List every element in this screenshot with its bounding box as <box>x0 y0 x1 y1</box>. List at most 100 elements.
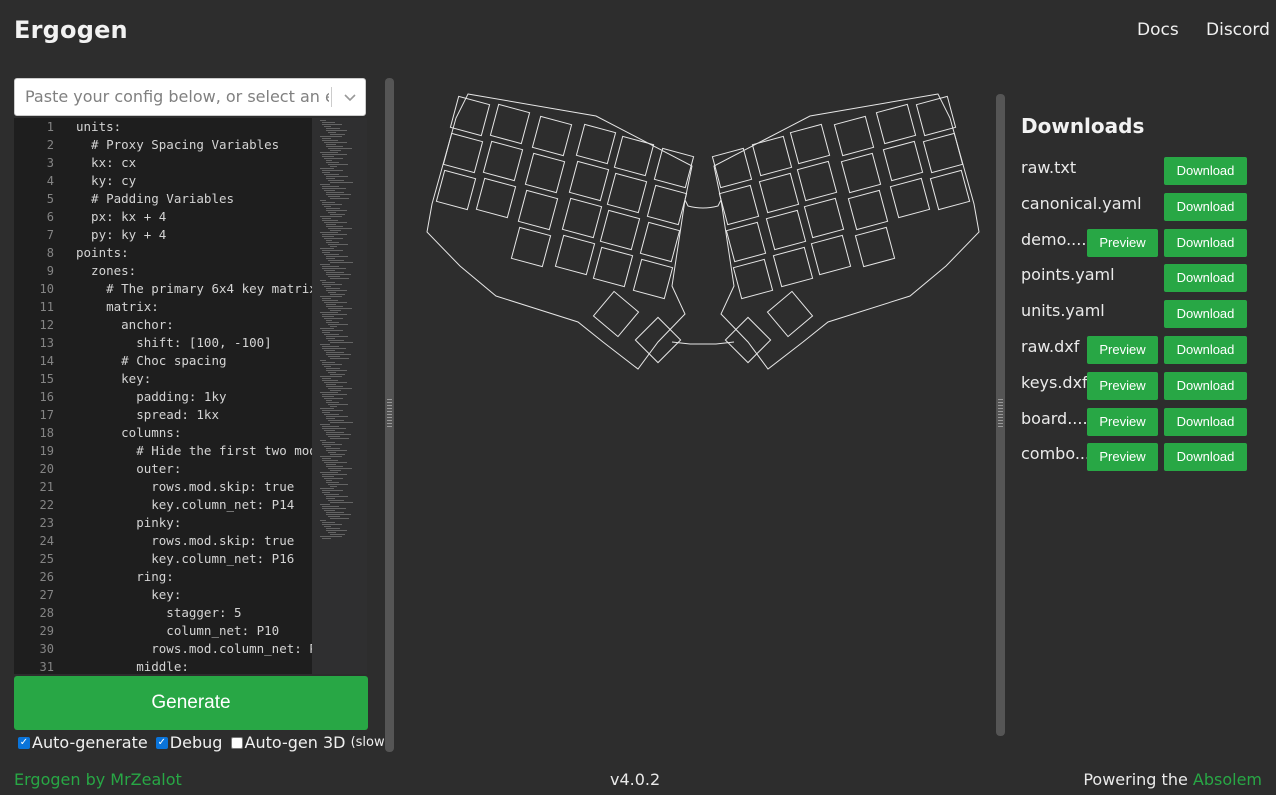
minimap-line <box>320 360 326 362</box>
minimap-line <box>324 206 331 208</box>
download-button[interactable]: Download <box>1164 300 1247 329</box>
debug-checkbox[interactable] <box>155 736 168 749</box>
key-outline <box>751 135 793 177</box>
preview-button[interactable]: Preview <box>1087 443 1158 472</box>
minimap-line <box>322 346 339 348</box>
minimap-viewport-slider[interactable] <box>312 118 367 674</box>
minimap-line <box>330 198 349 200</box>
code-line[interactable]: py: ky + 4 <box>76 226 312 244</box>
code-line[interactable]: padding: 1ky <box>76 388 312 406</box>
minimap-line <box>330 342 353 344</box>
code-line[interactable]: # Choc spacing <box>76 352 312 370</box>
minimap-line <box>326 448 340 450</box>
minimap-line <box>324 462 347 464</box>
line-number: 1 <box>46 120 54 134</box>
code-line[interactable]: rows.mod.skip: true <box>76 532 312 550</box>
key-outline <box>632 258 674 300</box>
code-line[interactable]: outer: <box>76 460 312 478</box>
preview-button[interactable]: Preview <box>1087 407 1158 436</box>
nav-discord-link[interactable]: Discord <box>1206 20 1270 40</box>
code-line[interactable]: ky: cy <box>76 172 312 190</box>
minimap-line <box>326 290 347 292</box>
minimap-line <box>320 472 338 474</box>
auto-generate-label[interactable]: Auto-generate <box>32 733 148 752</box>
preview-button[interactable]: Preview <box>1087 336 1158 364</box>
preview-button[interactable]: Preview <box>1087 371 1158 400</box>
download-button[interactable]: Download <box>1164 157 1247 185</box>
auto-gen-3d-label[interactable]: Auto-gen 3D <box>245 733 346 752</box>
code-line[interactable]: key.column_net: P14 <box>76 496 312 514</box>
minimap-line <box>326 256 348 258</box>
code-line[interactable]: columns: <box>76 424 312 442</box>
editor-minimap[interactable] <box>312 118 367 674</box>
code-line[interactable]: kx: cx <box>76 154 312 172</box>
code-line[interactable]: points: <box>76 244 312 262</box>
code-line[interactable]: anchor: <box>76 316 312 334</box>
generate-button[interactable]: Generate <box>14 676 368 730</box>
minimap-line <box>326 354 351 356</box>
minimap-line <box>322 234 347 236</box>
right-half-outline <box>713 93 980 370</box>
line-number: 19 <box>39 444 54 458</box>
minimap-line <box>326 498 335 500</box>
key-outline <box>510 226 552 268</box>
minimap-line <box>330 406 337 408</box>
code-line[interactable]: matrix: <box>76 298 312 316</box>
download-button[interactable]: Download <box>1164 336 1247 364</box>
right-resize-handle[interactable] <box>996 94 1005 736</box>
code-line[interactable]: # The primary 6x4 key matrix, with a... <box>76 280 312 298</box>
example-select[interactable]: Paste your config below, or select an ex… <box>14 78 366 116</box>
code-line[interactable]: zones: <box>76 262 312 280</box>
minimap-line <box>320 168 334 170</box>
download-button[interactable]: Download <box>1164 264 1247 293</box>
code-line[interactable]: middle: <box>76 658 312 674</box>
chevron-down-icon[interactable] <box>341 87 359 107</box>
minimap-line <box>326 176 348 178</box>
code-line[interactable]: px: kx + 4 <box>76 208 312 226</box>
download-button[interactable]: Download <box>1164 443 1247 472</box>
preview-button[interactable]: Preview <box>1087 228 1158 257</box>
config-code[interactable]: units: # Proxy Spacing Variables kx: cx … <box>76 118 312 674</box>
footer-credit-link[interactable]: Ergogen by MrZealot <box>14 770 182 789</box>
code-line[interactable]: rows.mod.skip: true <box>76 478 312 496</box>
code-line[interactable]: pinky: <box>76 514 312 532</box>
auto-generate-checkbox[interactable] <box>18 736 30 749</box>
code-line[interactable]: column_net: P10 <box>76 622 312 640</box>
download-button[interactable]: Download <box>1164 228 1247 257</box>
code-line[interactable]: stagger: 5 <box>76 604 312 622</box>
footer-powering: Powering the Absolem <box>1083 770 1262 789</box>
code-line[interactable]: units: <box>76 118 312 136</box>
footer-absolem-link[interactable]: Absolem <box>1193 770 1262 789</box>
minimap-line <box>322 396 334 398</box>
debug-label[interactable]: Debug <box>170 733 223 752</box>
code-line[interactable]: key: <box>76 370 312 388</box>
key-outline <box>765 209 807 251</box>
minimap-line <box>322 506 339 508</box>
minimap-line <box>326 464 336 466</box>
code-line[interactable]: shift: [100, -100] <box>76 334 312 352</box>
config-editor[interactable]: 1 2 3 4 5 6 7 8 9 10 11 12 13 14 15 16 17 18 19 20 21 22 23 24 2… <box>14 118 367 674</box>
nav-docs-link[interactable]: Docs <box>1137 20 1179 40</box>
line-number: 23 <box>39 516 54 530</box>
minimap-line <box>326 128 340 130</box>
minimap-line <box>328 404 348 406</box>
code-line[interactable]: spread: 1kx <box>76 406 312 424</box>
minimap-line <box>324 398 343 400</box>
code-line[interactable]: # Hide the first two mods... <box>76 442 312 460</box>
download-button[interactable]: Download <box>1164 407 1247 436</box>
minimap-line <box>322 412 330 414</box>
code-line[interactable]: # Padding Variables <box>76 190 312 208</box>
code-line[interactable]: key: <box>76 586 312 604</box>
auto-gen-3d-checkbox[interactable] <box>230 736 243 749</box>
left-resize-handle[interactable] <box>385 78 394 752</box>
download-button[interactable]: Download <box>1164 192 1247 221</box>
key-outline <box>634 316 682 364</box>
code-line[interactable]: key.column_net: P16 <box>76 550 312 568</box>
minimap-line <box>324 142 347 144</box>
minimap-line <box>326 512 344 514</box>
code-line[interactable]: # Proxy Spacing Variables <box>76 136 312 154</box>
code-line[interactable]: rows.mod.column_net: P1 <box>76 640 312 658</box>
code-line[interactable]: ring: <box>76 568 312 586</box>
download-button[interactable]: Download <box>1164 371 1247 400</box>
minimap-line <box>326 368 340 370</box>
